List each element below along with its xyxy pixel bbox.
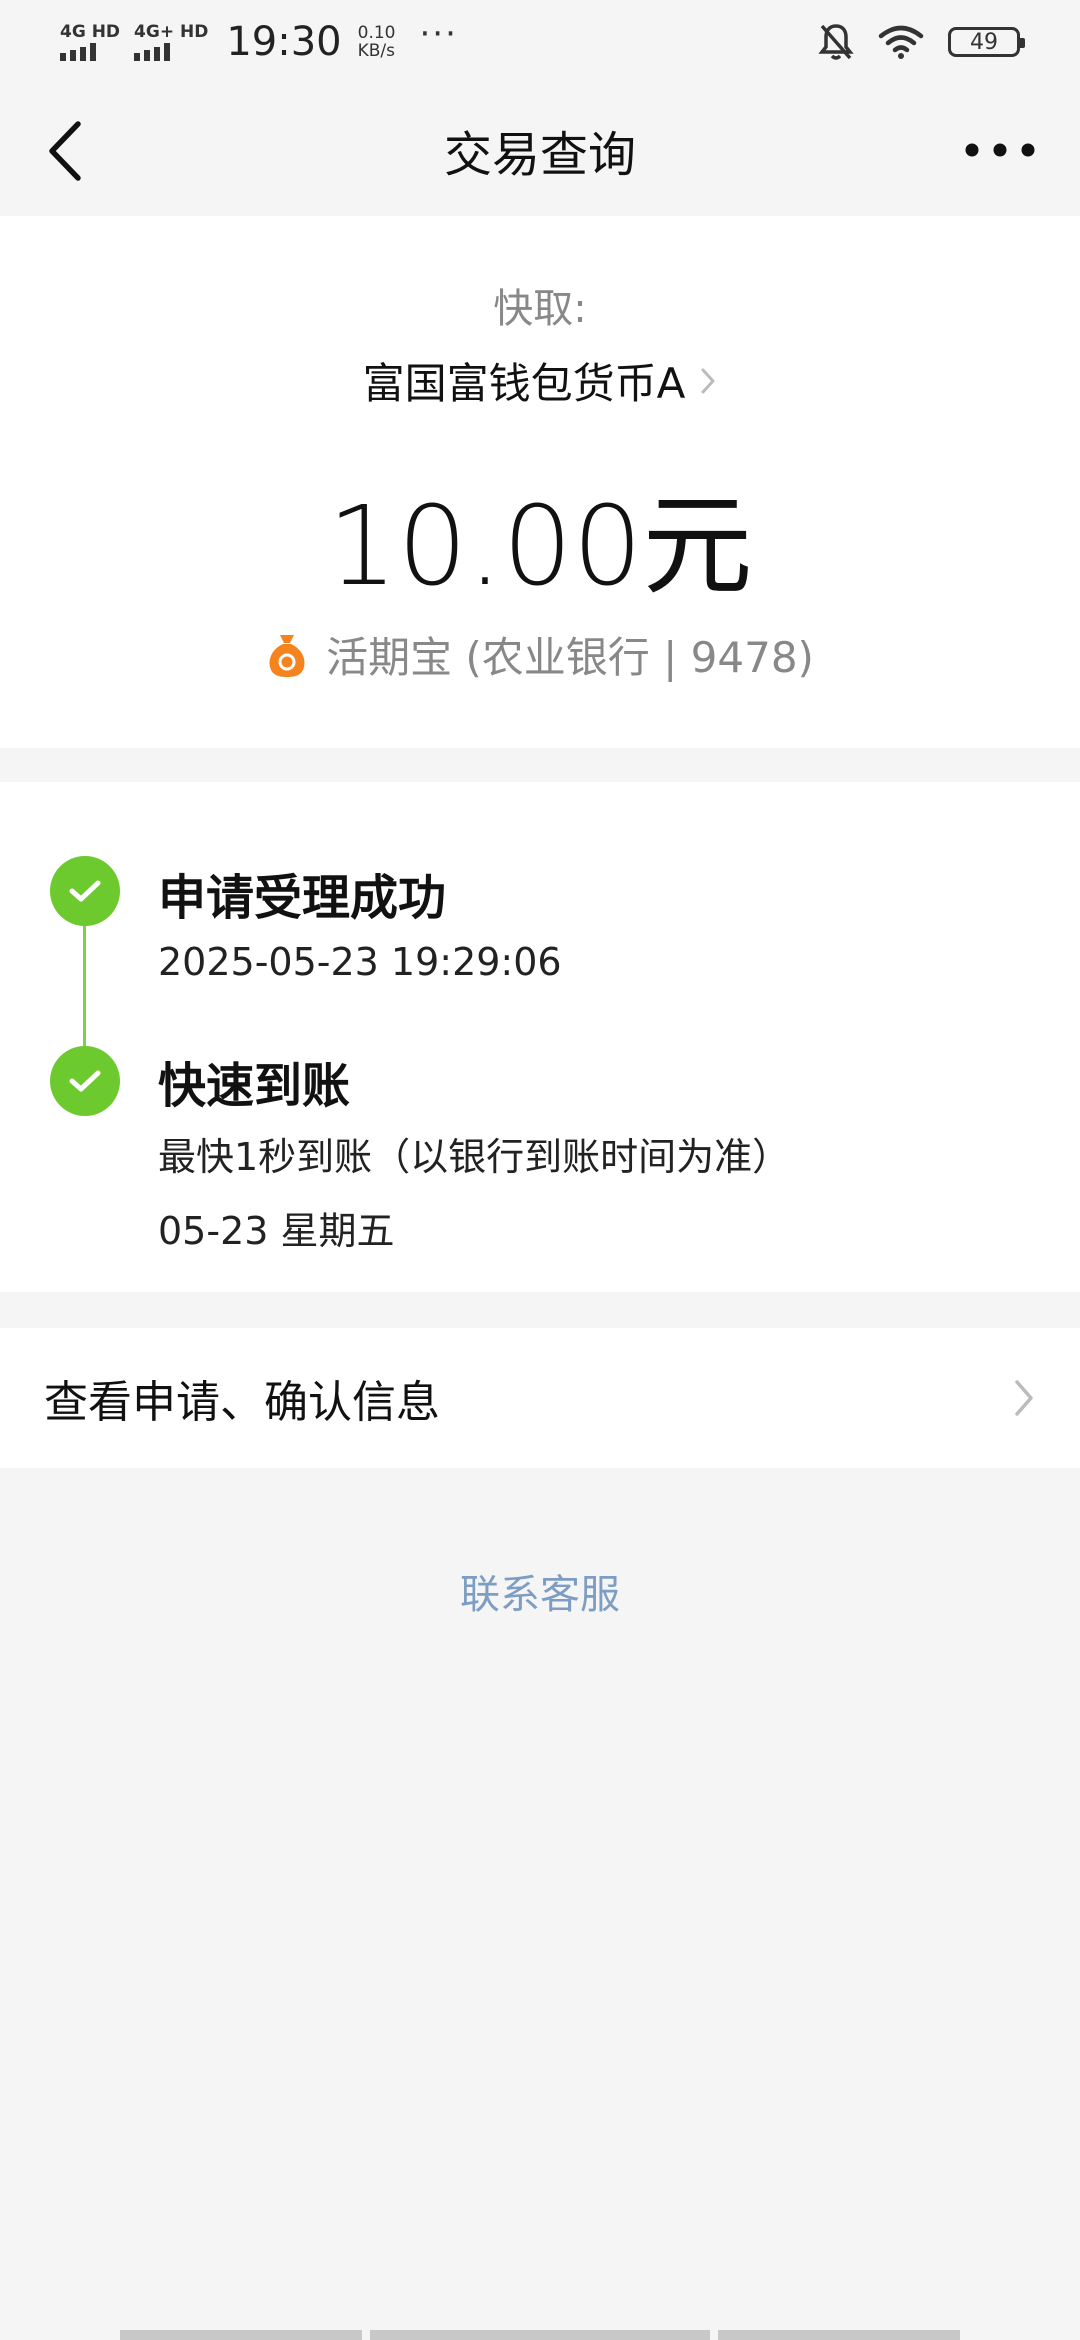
status-more-dots: ··· [419, 14, 458, 54]
timeline-step-date: 05-23 星期五 [158, 1209, 395, 1253]
gesture-segment [718, 2330, 960, 2340]
chevron-right-icon [701, 368, 715, 393]
sim1-label: 4G HD [60, 22, 121, 42]
network-speed: 0.10 KB/s [358, 24, 396, 60]
view-application-info-row[interactable]: 查看申请、确认信息 [0, 1328, 1080, 1468]
timeline-step-note: 最快1秒到账（以银行到账时间为准） [158, 1135, 791, 1179]
check-circle-icon [50, 856, 120, 926]
back-chevron-left-icon[interactable] [40, 118, 100, 184]
timeline-step-time: 2025-05-23 19:29:06 [158, 940, 562, 984]
timeline-step-title: 申请受理成功 [158, 870, 447, 926]
status-bar-left: 4G HD 4G+ HD 19:30 0.10 KB/s ··· [60, 14, 458, 65]
status-bar: 4G HD 4G+ HD 19:30 0.10 KB/s ··· 49 [0, 0, 1080, 84]
fund-name: 富国富钱包货币A [362, 359, 686, 408]
gesture-segment [370, 2330, 710, 2340]
bottom-gesture-bar [120, 2330, 960, 2340]
wifi-icon [878, 25, 924, 59]
page-title: 交易查询 [443, 127, 636, 183]
network-speed-unit: KB/s [357, 41, 396, 61]
battery-icon: 49 [948, 27, 1025, 57]
more-horizontal-icon[interactable] [960, 128, 1040, 172]
nav-bar: 交易查询 [0, 84, 1080, 216]
money-bag-icon [269, 634, 305, 677]
battery-level: 49 [970, 29, 998, 55]
chevron-right-icon [1015, 1380, 1033, 1416]
status-bar-right: 49 [818, 22, 1025, 62]
transaction-type-label: 快取: [493, 286, 587, 332]
sim2-label: 4G+ HD [134, 22, 209, 42]
status-time: 19:30 [226, 19, 342, 65]
account-row: 活期宝 (农业银行 | 9478) [0, 624, 1080, 685]
info-row-label: 查看申请、确认信息 [44, 1377, 440, 1428]
transaction-summary-card: 快取: 富国富钱包货币A 10.00元 活期宝 (农业银行 | 9478) [0, 216, 1080, 748]
gesture-segment [120, 2330, 362, 2340]
bell-muted-icon [818, 24, 854, 60]
network-speed-value: 0.10 [357, 23, 396, 43]
transaction-amount: 10.00元 [327, 482, 753, 610]
sim2-signal-icon: 4G+ HD [134, 23, 208, 61]
status-timeline-card: 申请受理成功 2025-05-23 19:29:06 快速到账 最快1秒到账（以… [0, 782, 1080, 1292]
timeline-step-title: 快速到账 [158, 1058, 351, 1114]
check-circle-icon [50, 1046, 120, 1116]
account-info: 活期宝 (农业银行 | 9478) [326, 633, 814, 682]
fund-link[interactable]: 富国富钱包货币A [0, 350, 1080, 411]
sim1-signal-icon: 4G HD [60, 23, 120, 61]
contact-support-link[interactable]: 联系客服 [0, 1562, 1080, 1620]
